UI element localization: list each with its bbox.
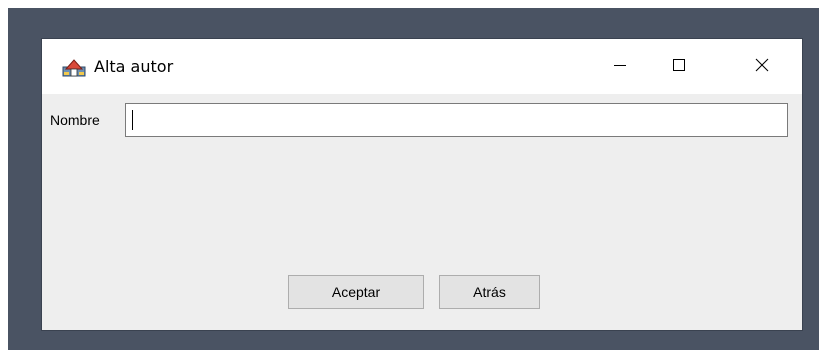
minimize-icon [612,57,628,77]
dialog-content: Nombre Aceptar Atrás [42,94,802,330]
close-icon [754,57,770,77]
minimize-button[interactable] [597,39,643,94]
atras-button[interactable]: Atrás [439,275,540,309]
nombre-label: Nombre [50,112,100,128]
app-icon [62,57,86,77]
text-caret [132,110,133,130]
window-title: Alta autor [94,57,174,76]
maximize-icon [671,57,687,77]
close-button[interactable] [739,39,785,94]
title-bar[interactable]: Alta autor [42,39,802,94]
maximize-button[interactable] [656,39,702,94]
aceptar-button[interactable]: Aceptar [288,275,424,309]
dialog-window: Alta autor Nombre Aceptar Atrás [42,39,802,330]
nombre-input[interactable] [125,103,788,137]
